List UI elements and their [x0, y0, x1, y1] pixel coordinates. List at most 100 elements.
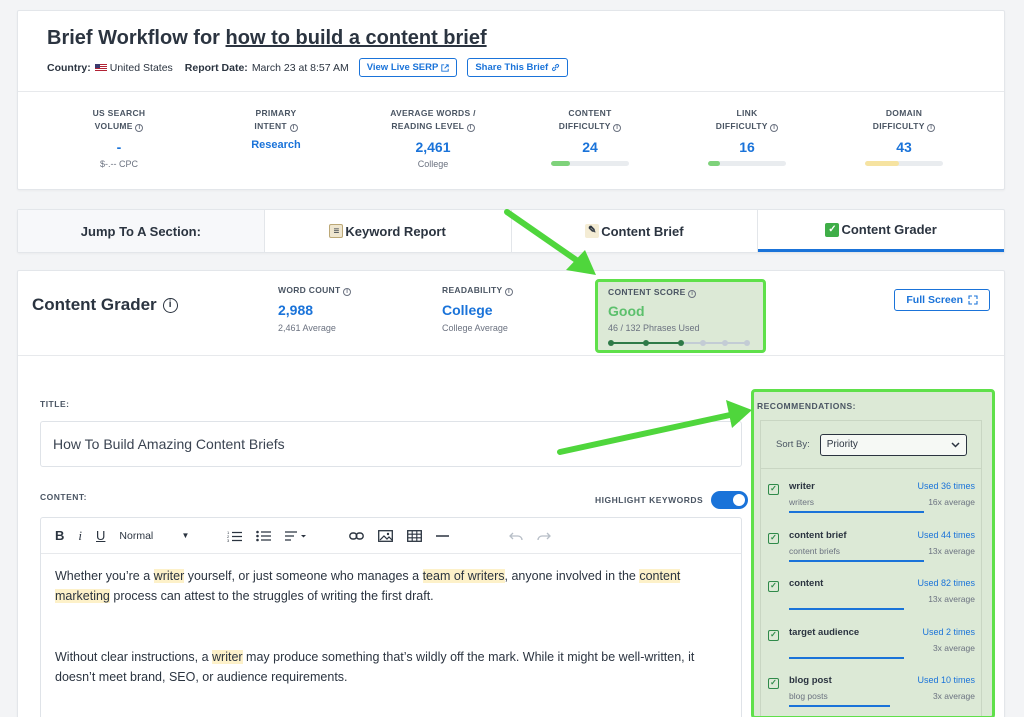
metric-label: DIFFICULTY: [872, 121, 925, 131]
keyword-average: 16x average: [928, 497, 975, 507]
recommendation-item[interactable]: ✓ writer Used 36 times writers 16x average: [761, 469, 981, 518]
tab-label: Content Brief: [601, 223, 684, 239]
tab-keyword-report[interactable]: ≡ Keyword Report: [265, 210, 512, 252]
redo-icon[interactable]: [537, 526, 552, 546]
highlighted-keyword: writer: [212, 650, 243, 664]
header-divider: [18, 91, 1004, 92]
keyword-usage: Used 10 times: [917, 675, 975, 685]
image-icon[interactable]: [378, 526, 394, 546]
view-live-serp-button[interactable]: View Live SERP: [358, 58, 458, 77]
us-flag-icon: [94, 63, 107, 72]
table-icon[interactable]: [407, 526, 423, 546]
info-icon[interactable]: i: [162, 297, 178, 313]
metric-average-words: AVERAGE WORDS / READING LEVEL i 2,461 Col…: [378, 107, 488, 169]
recommendation-item[interactable]: ✓ content brief Used 44 times content brief…: [761, 518, 981, 567]
stat-label: CONTENT SCORE: [608, 287, 686, 297]
sort-label: Sort By:: [776, 439, 810, 450]
info-icon[interactable]: i: [927, 124, 936, 132]
bullet-list-icon[interactable]: [256, 526, 272, 546]
info-icon[interactable]: i: [289, 124, 298, 132]
metric-label: READING LEVEL: [391, 121, 465, 131]
expand-icon: [968, 295, 978, 305]
info-icon[interactable]: i: [613, 124, 622, 132]
check-mark-icon: ✓: [825, 222, 840, 237]
align-icon[interactable]: [285, 526, 307, 546]
difficulty-bar: [708, 161, 786, 166]
metric-value[interactable]: Research: [221, 139, 331, 151]
checkbox-checked-icon[interactable]: ✓: [768, 532, 779, 544]
text-run: , anyone involved in the: [504, 569, 640, 583]
checkbox-checked-icon[interactable]: ✓: [768, 581, 779, 592]
recommendation-item[interactable]: ✓ blog post Used 10 times blog posts 3x aver…: [761, 663, 981, 712]
grader-title: Content Grader i: [32, 295, 178, 315]
view-live-serp-label: View Live SERP: [366, 62, 439, 73]
metric-primary-intent: PRIMARY INTENT i Research: [221, 107, 331, 151]
metric-search-volume: US SEARCH VOLUME i - $-.-- CPC: [64, 107, 174, 169]
keyword-name: blog post: [789, 675, 832, 686]
keyword-average: 13x average: [928, 594, 975, 604]
content-editor[interactable]: B i U Normal ▼ 123 Whether you’re a writ…: [40, 517, 742, 717]
undo-icon[interactable]: [509, 526, 524, 546]
info-icon[interactable]: i: [135, 124, 144, 132]
score-step-dot: [722, 340, 728, 346]
info-icon[interactable]: i: [688, 290, 697, 298]
score-step-dot: [643, 340, 649, 346]
full-screen-button[interactable]: Full Screen: [894, 289, 990, 311]
title-topic-link[interactable]: how to build a content brief: [226, 27, 487, 49]
bold-button[interactable]: B: [55, 526, 64, 546]
grader-divider: [18, 355, 1004, 356]
brief-header-card: Brief Workflow for how to build a conten…: [17, 10, 1005, 190]
notepad-icon: ≡: [329, 224, 344, 238]
info-icon[interactable]: i: [343, 288, 352, 296]
info-icon[interactable]: i: [770, 124, 779, 132]
keyword-usage: Used 2 times: [922, 626, 975, 637]
page-title: Brief Workflow for how to build a conten…: [47, 27, 487, 50]
format-select[interactable]: Normal ▼: [119, 526, 189, 546]
italic-button[interactable]: i: [78, 526, 82, 546]
grader-title-text: Content Grader: [32, 295, 157, 314]
keyword-name: writer: [789, 481, 815, 492]
usage-progress-bar: [789, 608, 904, 610]
text-run: Without clear instructions, a: [55, 650, 213, 664]
info-icon[interactable]: i: [504, 288, 513, 296]
title-input[interactable]: How To Build Amazing Content Briefs: [40, 421, 742, 467]
checkbox-checked-icon[interactable]: ✓: [768, 629, 779, 641]
content-score-stat: CONTENT SCORE i Good 46 / 132 Phrases Us…: [595, 279, 766, 353]
score-step-dot: [744, 340, 750, 346]
metric-domain-difficulty: DOMAIN DIFFICULTY i 43: [849, 107, 959, 166]
info-icon[interactable]: i: [466, 124, 475, 132]
editor-body[interactable]: Whether you’re a writer yourself, or jus…: [41, 554, 741, 717]
recommendation-item[interactable]: ✓ target audience Used 2 times 3x average: [761, 615, 981, 664]
underline-button[interactable]: U: [96, 526, 105, 546]
share-brief-button[interactable]: Share This Brief: [467, 58, 569, 77]
tab-label: Content Grader: [841, 222, 937, 237]
stat-value: College: [442, 302, 493, 318]
report-date-value: March 23 at 8:57 AM: [251, 61, 349, 74]
link-icon: [552, 63, 560, 72]
metric-value: 24: [582, 139, 598, 155]
sort-select[interactable]: Priority: [819, 433, 967, 456]
metric-label: DIFFICULTY: [715, 121, 768, 131]
tab-content-brief[interactable]: ✎ Content Brief: [512, 210, 759, 252]
link-icon[interactable]: [349, 526, 365, 546]
caret-down-icon: ▼: [181, 531, 190, 540]
horizontal-rule-icon[interactable]: [436, 526, 450, 546]
content-paragraph: Whether you’re a writer yourself, or jus…: [55, 566, 727, 606]
recommendation-item[interactable]: ✓ content Used 82 times 13x average: [761, 566, 981, 615]
usage-progress-bar: [789, 511, 924, 513]
country-value: United States: [109, 61, 173, 74]
metric-link-difficulty: LINK DIFFICULTY i 16: [692, 107, 802, 166]
highlight-keywords-toggle[interactable]: [711, 491, 749, 509]
content-grader-card: Content Grader i WORD COUNT i 2,988 2,46…: [17, 270, 1005, 717]
usage-progress-bar: [789, 656, 904, 659]
tab-content-grader[interactable]: ✓ Content Grader: [758, 210, 1004, 252]
full-screen-label: Full Screen: [906, 294, 963, 306]
checkbox-checked-icon[interactable]: ✓: [768, 678, 779, 689]
ordered-list-icon[interactable]: 123: [227, 526, 243, 546]
keyword-name: content brief: [789, 529, 847, 541]
readability-stat: READABILITY i College College Average: [442, 285, 513, 333]
checkbox-checked-icon[interactable]: ✓: [768, 484, 779, 495]
keyword-variant: blog posts: [789, 691, 828, 701]
metric-label: PRIMARY: [255, 108, 297, 118]
title-field-label: TITLE:: [40, 399, 70, 409]
